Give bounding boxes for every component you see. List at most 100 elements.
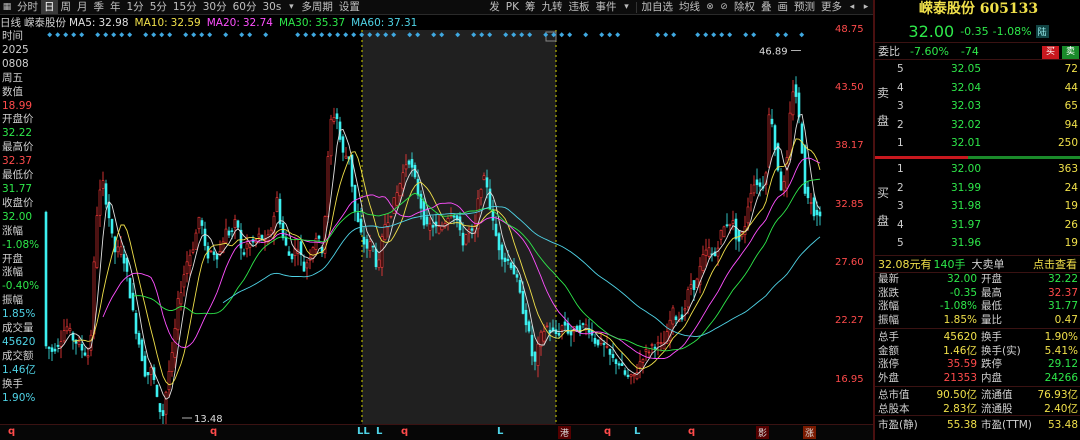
event-marker[interactable] bbox=[159, 32, 165, 38]
event-marker[interactable] bbox=[695, 32, 701, 38]
remove-icon[interactable]: ⊘ bbox=[719, 2, 729, 12]
tool-button-5[interactable]: 事件 bbox=[593, 0, 620, 14]
event-marker[interactable] bbox=[319, 32, 325, 38]
event-marker[interactable] bbox=[263, 32, 269, 38]
event-marker[interactable] bbox=[335, 32, 341, 38]
marker-q-1[interactable]: q bbox=[8, 426, 15, 437]
event-marker[interactable] bbox=[327, 32, 333, 38]
event-marker[interactable] bbox=[751, 32, 757, 38]
event-marker[interactable] bbox=[71, 32, 77, 38]
event-marker[interactable] bbox=[191, 32, 197, 38]
big-order-link[interactable]: 点击查看 bbox=[1033, 256, 1077, 272]
period-tab-10[interactable]: 60分 bbox=[230, 0, 260, 14]
arrow-right-icon[interactable]: ▸ bbox=[861, 2, 871, 12]
marker-hk[interactable]: 港 bbox=[558, 426, 572, 439]
period-tab-5[interactable]: 年 bbox=[107, 0, 124, 14]
event-marker[interactable] bbox=[711, 32, 717, 38]
bid-row[interactable]: 2 31.99 24 bbox=[875, 179, 1080, 197]
tool-button-0[interactable]: 发 bbox=[486, 0, 503, 14]
event-marker[interactable] bbox=[295, 32, 301, 38]
stock-title[interactable]: 嵘泰股份 605133 bbox=[875, 0, 1080, 19]
chevron-down-icon[interactable]: ▾ bbox=[286, 2, 296, 12]
period-tab-9[interactable]: 30分 bbox=[200, 0, 230, 14]
event-marker[interactable] bbox=[343, 32, 349, 38]
event-marker[interactable] bbox=[311, 32, 317, 38]
marker-ying[interactable]: 影 bbox=[756, 426, 770, 439]
ask-row[interactable]: 5 32.05 72 bbox=[875, 60, 1080, 78]
ask-row[interactable]: 3 32.03 65 bbox=[875, 97, 1080, 115]
event-marker[interactable] bbox=[615, 32, 621, 38]
marker-l-3[interactable]: L bbox=[634, 426, 640, 437]
event-marker[interactable] bbox=[783, 32, 789, 38]
event-marker[interactable] bbox=[727, 32, 733, 38]
ask-row[interactable]: 4 32.04 44 bbox=[875, 79, 1080, 97]
event-marker[interactable] bbox=[183, 32, 189, 38]
marker-zhang[interactable]: 涨 bbox=[803, 426, 817, 439]
period-tab-13[interactable]: 设置 bbox=[336, 0, 363, 14]
event-dropdown-icon[interactable]: ▾ bbox=[622, 2, 632, 12]
period-tab-6[interactable]: 1分 bbox=[124, 0, 147, 14]
bid-row[interactable]: 5 31.96 19 bbox=[875, 234, 1080, 252]
marker-blue-1[interactable]: LL bbox=[357, 426, 370, 437]
arrow-left-icon[interactable]: ◂ bbox=[847, 2, 857, 12]
event-marker[interactable] bbox=[111, 32, 117, 38]
tool-button-12[interactable]: 更多 bbox=[818, 0, 845, 14]
bid-row[interactable]: 3 31.98 19 bbox=[875, 197, 1080, 215]
event-marker[interactable] bbox=[239, 32, 245, 38]
marker-l-2[interactable]: L bbox=[497, 426, 503, 437]
tool-button-10[interactable]: 画 bbox=[775, 0, 792, 14]
period-tab-7[interactable]: 5分 bbox=[147, 0, 170, 14]
marker-l-1[interactable]: L bbox=[376, 426, 382, 437]
period-tab-0[interactable]: 分时 bbox=[14, 0, 41, 14]
event-marker[interactable] bbox=[55, 32, 61, 38]
event-marker[interactable] bbox=[103, 32, 109, 38]
event-marker[interactable] bbox=[671, 32, 677, 38]
event-marker[interactable] bbox=[703, 32, 709, 38]
event-marker[interactable] bbox=[351, 32, 357, 38]
event-marker[interactable] bbox=[167, 32, 173, 38]
tool-button-3[interactable]: 九转 bbox=[539, 0, 566, 14]
event-marker[interactable] bbox=[303, 32, 309, 38]
event-marker[interactable] bbox=[223, 32, 229, 38]
event-marker[interactable] bbox=[567, 32, 573, 38]
period-tab-3[interactable]: 月 bbox=[74, 0, 91, 14]
tool-button-2[interactable]: 筹 bbox=[522, 0, 539, 14]
event-marker[interactable] bbox=[607, 32, 613, 38]
bid-row[interactable]: 4 31.97 26 bbox=[875, 216, 1080, 234]
tool-button-1[interactable]: PK bbox=[503, 0, 522, 14]
event-marker[interactable] bbox=[119, 32, 125, 38]
event-marker[interactable] bbox=[799, 32, 805, 38]
event-marker[interactable] bbox=[247, 32, 253, 38]
event-marker[interactable] bbox=[127, 32, 133, 38]
sell-button[interactable]: 卖 bbox=[1062, 45, 1079, 59]
marker-q-5[interactable]: q bbox=[688, 426, 695, 437]
event-marker[interactable] bbox=[143, 32, 149, 38]
event-marker[interactable] bbox=[583, 32, 589, 38]
event-marker[interactable] bbox=[79, 32, 85, 38]
buy-button[interactable]: 买 bbox=[1042, 45, 1059, 59]
period-tab-12[interactable]: 多周期 bbox=[298, 0, 336, 14]
period-tab-8[interactable]: 15分 bbox=[170, 0, 200, 14]
period-tab-2[interactable]: 周 bbox=[58, 0, 75, 14]
stock-label[interactable]: 嵘泰股份 bbox=[24, 16, 66, 29]
event-marker[interactable] bbox=[559, 32, 565, 38]
event-marker[interactable] bbox=[775, 32, 781, 38]
event-marker[interactable] bbox=[199, 32, 205, 38]
tool-button-6[interactable]: 加自选 bbox=[639, 0, 677, 14]
period-tab-11[interactable]: 30s bbox=[260, 0, 285, 14]
settings-icon[interactable]: ⊗ bbox=[705, 2, 715, 12]
kline-chart[interactable]: 46.89 13.48 bbox=[44, 30, 833, 424]
tool-button-11[interactable]: 预测 bbox=[791, 0, 818, 14]
bid-row[interactable]: 1 32.00 363 bbox=[875, 160, 1080, 178]
marker-q-3[interactable]: q bbox=[401, 426, 408, 437]
ask-row[interactable]: 2 32.02 94 bbox=[875, 116, 1080, 134]
event-marker[interactable] bbox=[47, 32, 53, 38]
chart-menu-icon[interactable]: ▦ bbox=[2, 2, 12, 12]
event-marker[interactable] bbox=[95, 32, 101, 38]
event-marker[interactable] bbox=[719, 32, 725, 38]
ask-row[interactable]: 1 32.01 250 bbox=[875, 134, 1080, 152]
tool-button-8[interactable]: 除权 bbox=[731, 0, 758, 14]
event-marker[interactable] bbox=[207, 32, 213, 38]
period-tab-1[interactable]: 日 bbox=[41, 0, 58, 14]
period-tab-4[interactable]: 季 bbox=[91, 0, 108, 14]
